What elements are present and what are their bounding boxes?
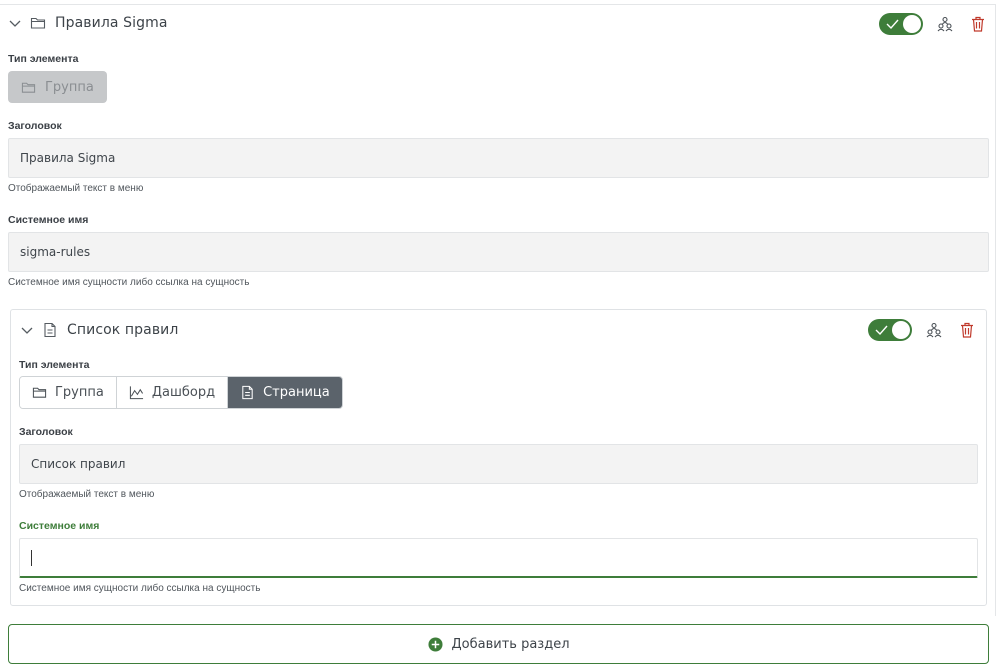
type-segmented-control: Группа Дашборд Страница (19, 376, 343, 409)
subsection-heading-label: Заголовок (19, 426, 73, 438)
type-option-page[interactable]: Страница (228, 377, 342, 408)
chart-icon (129, 386, 143, 400)
heading-label: Заголовок (8, 120, 62, 132)
type-option-label: Дашборд (151, 385, 216, 400)
subsection-heading-hint: Отображаемый текст в меню (19, 489, 155, 500)
folder-icon (32, 387, 47, 398)
chevron-down-icon[interactable] (20, 323, 34, 337)
page-icon (242, 385, 253, 400)
add-section-button[interactable]: Добавить раздел (8, 624, 989, 664)
toggle-knob (892, 321, 910, 339)
add-section-label: Добавить раздел (451, 636, 570, 652)
type-value: Группа (45, 79, 94, 95)
trash-icon[interactable] (959, 322, 975, 338)
sysname-input[interactable]: sigma-rules (8, 232, 989, 272)
type-option-group[interactable]: Группа (20, 377, 117, 408)
folder-icon (21, 82, 36, 93)
section-actions (879, 13, 986, 35)
subsection-heading-input-value: Список правил (31, 457, 126, 471)
text-caret (31, 549, 32, 566)
heading-input[interactable]: Правила Sigma (8, 138, 989, 178)
users-icon[interactable] (937, 16, 953, 32)
plus-circle-icon (427, 636, 443, 652)
subsection-header[interactable]: Список правил (20, 322, 178, 338)
section-enabled-toggle[interactable] (879, 13, 923, 35)
sysname-hint: Системное имя сущности либо ссылка на су… (8, 277, 250, 288)
sysname-label: Системное имя (8, 214, 89, 226)
subsection-heading-input[interactable]: Список правил (19, 444, 978, 484)
subsection-title: Список правил (67, 322, 179, 338)
section-title: Правила Sigma (55, 15, 168, 31)
folder-icon (30, 17, 46, 29)
type-option-label: Страница (263, 385, 330, 400)
subsection-sysname-input[interactable] (19, 538, 978, 578)
toggle-knob (903, 15, 921, 33)
type-label: Тип элемента (8, 53, 79, 65)
subsection-actions (868, 319, 975, 341)
heading-hint: Отображаемый текст в меню (8, 183, 144, 194)
section-header[interactable]: Правила Sigma (8, 15, 168, 31)
users-icon[interactable] (926, 322, 942, 338)
subsection-sysname-label: Системное имя (19, 520, 100, 532)
type-option-label: Группа (55, 385, 104, 400)
chevron-down-icon[interactable] (8, 16, 22, 30)
sysname-input-value: sigma-rules (20, 245, 91, 259)
subsection-enabled-toggle[interactable] (868, 319, 912, 341)
heading-input-value: Правила Sigma (20, 151, 116, 165)
type-option-dashboard[interactable]: Дашборд (116, 377, 229, 408)
subsection-sysname-hint: Системное имя сущности либо ссылка на су… (19, 583, 261, 594)
type-group-button-disabled: Группа (8, 71, 107, 103)
check-icon (875, 325, 888, 336)
page-icon (44, 322, 56, 338)
check-icon (886, 19, 899, 30)
trash-icon[interactable] (970, 16, 986, 32)
subsection-type-label: Тип элемента (19, 359, 90, 371)
